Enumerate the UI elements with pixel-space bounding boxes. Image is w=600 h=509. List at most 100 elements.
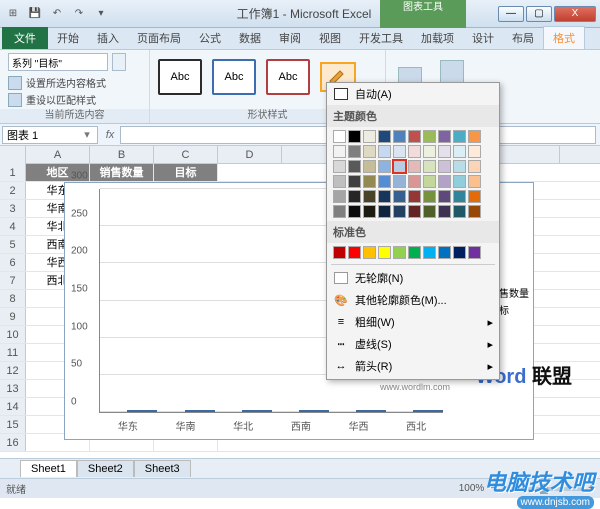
name-box[interactable]: 图表 1 ▾ bbox=[2, 126, 98, 144]
theme-swatch[interactable] bbox=[378, 175, 391, 188]
theme-swatch[interactable] bbox=[348, 205, 361, 218]
zoom-thumb[interactable] bbox=[540, 484, 548, 494]
theme-swatch[interactable] bbox=[453, 145, 466, 158]
zoom-slider[interactable] bbox=[502, 487, 582, 491]
theme-swatch[interactable] bbox=[423, 160, 436, 173]
reset-style-button[interactable]: 重设以匹配样式 bbox=[8, 92, 141, 107]
zoom-in-icon[interactable]: + bbox=[588, 483, 594, 494]
zoom-out-icon[interactable]: − bbox=[490, 483, 496, 494]
maximize-button[interactable]: ▢ bbox=[526, 6, 552, 22]
tab-formulas[interactable]: 公式 bbox=[190, 27, 230, 49]
row-header[interactable]: 5 bbox=[0, 236, 26, 253]
theme-swatch[interactable] bbox=[423, 130, 436, 143]
theme-swatch[interactable] bbox=[438, 175, 451, 188]
theme-swatch[interactable] bbox=[378, 160, 391, 173]
theme-swatch[interactable] bbox=[378, 130, 391, 143]
theme-swatch[interactable] bbox=[408, 145, 421, 158]
standard-swatch[interactable] bbox=[393, 246, 406, 259]
name-box-dropdown-icon[interactable]: ▾ bbox=[81, 128, 93, 141]
theme-swatch[interactable] bbox=[438, 205, 451, 218]
theme-swatch[interactable] bbox=[468, 160, 481, 173]
theme-swatch[interactable] bbox=[363, 130, 376, 143]
no-outline-item[interactable]: 无轮廓(N) bbox=[327, 267, 499, 289]
theme-swatch[interactable] bbox=[393, 175, 406, 188]
excel-icon[interactable]: ⊞ bbox=[4, 5, 22, 23]
theme-swatch[interactable] bbox=[438, 130, 451, 143]
theme-swatch[interactable] bbox=[348, 160, 361, 173]
theme-swatch[interactable] bbox=[333, 175, 346, 188]
weight-item[interactable]: ≡ 粗细(W) ▸ bbox=[327, 311, 499, 333]
theme-swatch[interactable] bbox=[453, 175, 466, 188]
standard-swatch[interactable] bbox=[468, 246, 481, 259]
tab-home[interactable]: 开始 bbox=[48, 27, 88, 49]
standard-swatch[interactable] bbox=[378, 246, 391, 259]
dashes-item[interactable]: ┉ 虚线(S) ▸ bbox=[327, 333, 499, 355]
save-icon[interactable]: 💾 bbox=[26, 5, 44, 23]
minimize-button[interactable]: — bbox=[498, 6, 524, 22]
row-header[interactable]: 10 bbox=[0, 326, 26, 343]
chart-element-dropdown-icon[interactable] bbox=[112, 53, 126, 71]
theme-swatch[interactable] bbox=[378, 205, 391, 218]
cell[interactable]: 目标 bbox=[154, 164, 218, 181]
theme-swatch[interactable] bbox=[423, 205, 436, 218]
tab-layout[interactable]: 布局 bbox=[503, 27, 543, 49]
theme-swatch[interactable] bbox=[408, 160, 421, 173]
theme-swatch[interactable] bbox=[378, 145, 391, 158]
standard-swatch[interactable] bbox=[453, 246, 466, 259]
theme-swatch[interactable] bbox=[333, 145, 346, 158]
theme-swatch[interactable] bbox=[333, 205, 346, 218]
row-header[interactable]: 13 bbox=[0, 380, 26, 397]
row-header[interactable]: 15 bbox=[0, 416, 26, 433]
theme-swatch[interactable] bbox=[423, 175, 436, 188]
theme-swatch[interactable] bbox=[393, 190, 406, 203]
row-header[interactable]: 1 bbox=[0, 164, 26, 181]
theme-swatch[interactable] bbox=[453, 205, 466, 218]
theme-swatch[interactable] bbox=[363, 205, 376, 218]
auto-color-item[interactable]: 自动(A) bbox=[327, 83, 499, 105]
col-C[interactable]: C bbox=[154, 146, 218, 163]
row-header[interactable]: 8 bbox=[0, 290, 26, 307]
qat-dropdown-icon[interactable]: ▾ bbox=[92, 5, 110, 23]
tab-review[interactable]: 审阅 bbox=[270, 27, 310, 49]
tab-insert[interactable]: 插入 bbox=[88, 27, 128, 49]
select-all[interactable] bbox=[0, 146, 26, 164]
theme-swatch[interactable] bbox=[438, 160, 451, 173]
tab-addins[interactable]: 加载项 bbox=[412, 27, 463, 49]
theme-swatch[interactable] bbox=[408, 175, 421, 188]
sheet-tab-3[interactable]: Sheet3 bbox=[134, 460, 191, 477]
arrows-item[interactable]: ↔ 箭头(R) ▸ bbox=[327, 355, 499, 377]
theme-swatch[interactable] bbox=[438, 190, 451, 203]
more-colors-item[interactable]: 🎨 其他轮廓颜色(M)... bbox=[327, 289, 499, 311]
theme-swatch[interactable] bbox=[408, 190, 421, 203]
theme-swatch[interactable] bbox=[348, 190, 361, 203]
tab-page-layout[interactable]: 页面布局 bbox=[128, 27, 190, 49]
row-header[interactable]: 16 bbox=[0, 434, 26, 451]
cell[interactable]: 销售数量 bbox=[90, 164, 154, 181]
theme-swatch[interactable] bbox=[333, 160, 346, 173]
theme-swatch[interactable] bbox=[423, 145, 436, 158]
shape-style-2[interactable]: Abc bbox=[212, 59, 256, 95]
row-header[interactable]: 12 bbox=[0, 362, 26, 379]
standard-swatch[interactable] bbox=[363, 246, 376, 259]
theme-swatch[interactable] bbox=[333, 190, 346, 203]
theme-swatch[interactable] bbox=[363, 160, 376, 173]
sheet-tab-2[interactable]: Sheet2 bbox=[77, 460, 134, 477]
theme-swatch[interactable] bbox=[393, 160, 406, 173]
col-A[interactable]: A bbox=[26, 146, 90, 163]
theme-swatch[interactable] bbox=[378, 190, 391, 203]
tab-format[interactable]: 格式 bbox=[543, 26, 585, 49]
redo-icon[interactable]: ↷ bbox=[70, 5, 88, 23]
tab-design[interactable]: 设计 bbox=[463, 27, 503, 49]
tab-view[interactable]: 视图 bbox=[310, 27, 350, 49]
row-header[interactable]: 9 bbox=[0, 308, 26, 325]
row-header[interactable]: 2 bbox=[0, 182, 26, 199]
zoom-control[interactable]: 100% − + bbox=[459, 483, 594, 494]
standard-swatch[interactable] bbox=[348, 246, 361, 259]
format-selection-button[interactable]: 设置所选内容格式 bbox=[8, 75, 141, 90]
theme-swatch[interactable] bbox=[363, 175, 376, 188]
theme-swatch[interactable] bbox=[393, 205, 406, 218]
theme-swatch[interactable] bbox=[468, 175, 481, 188]
theme-swatch[interactable] bbox=[363, 190, 376, 203]
row-header[interactable]: 4 bbox=[0, 218, 26, 235]
theme-swatch[interactable] bbox=[348, 175, 361, 188]
